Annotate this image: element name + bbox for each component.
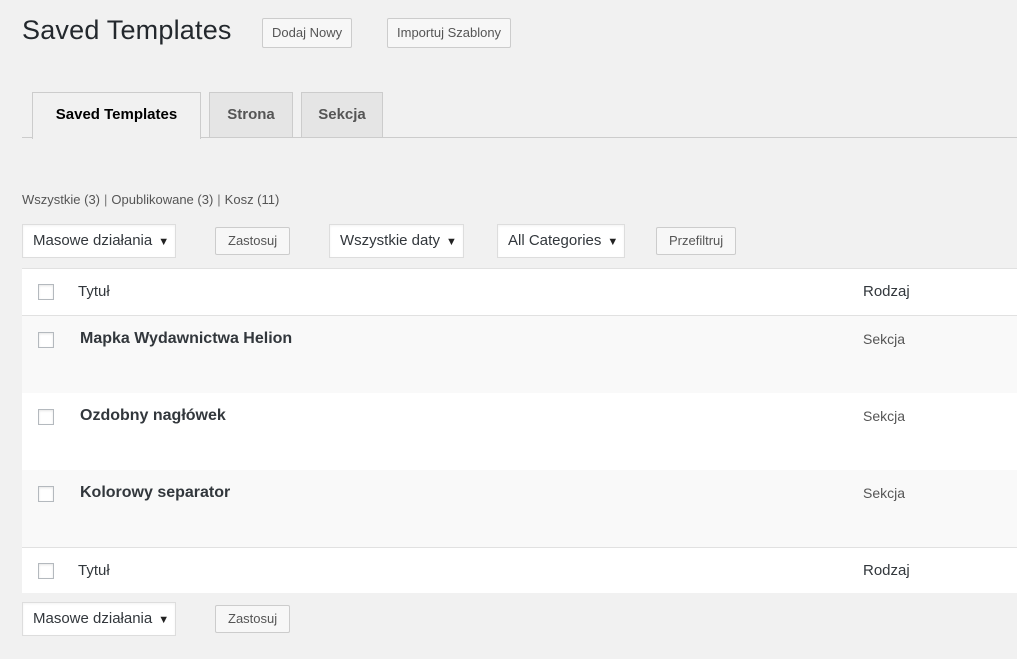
view-separator: |	[217, 192, 221, 207]
view-trash-link[interactable]: Kosz (11)	[225, 192, 280, 207]
bulk-actions-value: Masowe działania	[33, 232, 153, 249]
bulk-actions-value-bottom: Masowe działania	[33, 610, 153, 627]
triangle-down-icon: ▼	[158, 236, 170, 248]
status-views: Wszystkie (3) | Opublikowane (3) | Kosz (11)	[22, 192, 279, 207]
triangle-down-icon: ▼	[446, 236, 457, 248]
apply-button[interactable]: Zastosuj	[215, 227, 291, 255]
templates-table: Tytuł Rodzaj Mapka Wydawnictwa Helion Se…	[22, 268, 1017, 593]
template-title-link[interactable]: Kolorowy separator	[80, 484, 230, 502]
table-header-row: Tytuł Rodzaj	[22, 269, 1017, 316]
template-type: Sekcja	[863, 408, 906, 424]
category-filter-value: All Categories	[508, 232, 602, 249]
date-filter-select[interactable]: Wszystkie daty ▼	[329, 224, 464, 258]
table-row: Mapka Wydawnictwa Helion Sekcja	[22, 316, 1017, 393]
row-checkbox[interactable]	[38, 486, 54, 502]
table-row: Ozdobny nagłówek Sekcja	[22, 393, 1017, 470]
template-type: Sekcja	[863, 485, 906, 501]
tab-sekcja[interactable]: Sekcja	[301, 92, 383, 138]
column-title-header[interactable]: Tytuł	[78, 283, 110, 300]
page-title: Saved Templates	[22, 15, 232, 45]
view-all-link[interactable]: Wszystkie (3)	[22, 192, 100, 207]
date-filter-value: Wszystkie daty	[340, 232, 441, 249]
column-title-footer[interactable]: Tytuł	[78, 562, 110, 579]
templates-page: Saved Templates Dodaj Nowy Importuj Szab…	[0, 0, 1017, 659]
select-all-checkbox[interactable]	[38, 284, 54, 300]
apply-button-bottom[interactable]: Zastosuj	[215, 605, 291, 633]
select-all-checkbox-bottom[interactable]	[38, 563, 54, 579]
view-separator: |	[104, 192, 108, 207]
triangle-down-icon: ▼	[607, 236, 619, 248]
template-type: Sekcja	[863, 331, 906, 347]
template-title-link[interactable]: Ozdobny nagłówek	[80, 407, 226, 425]
triangle-down-icon: ▼	[158, 614, 170, 626]
table-footer-row: Tytuł Rodzaj	[22, 547, 1017, 593]
column-type-footer: Rodzaj	[863, 562, 910, 579]
row-checkbox[interactable]	[38, 409, 54, 425]
bulk-actions-select[interactable]: Masowe działania ▼	[22, 224, 177, 258]
add-new-button[interactable]: Dodaj Nowy	[262, 18, 353, 48]
bulk-actions-select-bottom[interactable]: Masowe działania ▼	[22, 602, 177, 636]
tab-strona[interactable]: Strona	[209, 92, 293, 138]
filter-button[interactable]: Przefiltruj	[656, 227, 737, 255]
row-checkbox[interactable]	[38, 332, 54, 348]
template-title-link[interactable]: Mapka Wydawnictwa Helion	[80, 330, 292, 348]
import-templates-button[interactable]: Importuj Szablony	[387, 18, 512, 48]
tab-saved-templates[interactable]: Saved Templates	[32, 92, 201, 139]
column-type-header: Rodzaj	[863, 283, 910, 300]
table-row: Kolorowy separator Sekcja	[22, 470, 1017, 547]
view-published-link[interactable]: Opublikowane (3)	[111, 192, 213, 207]
category-filter-select[interactable]: All Categories ▼	[497, 224, 626, 258]
